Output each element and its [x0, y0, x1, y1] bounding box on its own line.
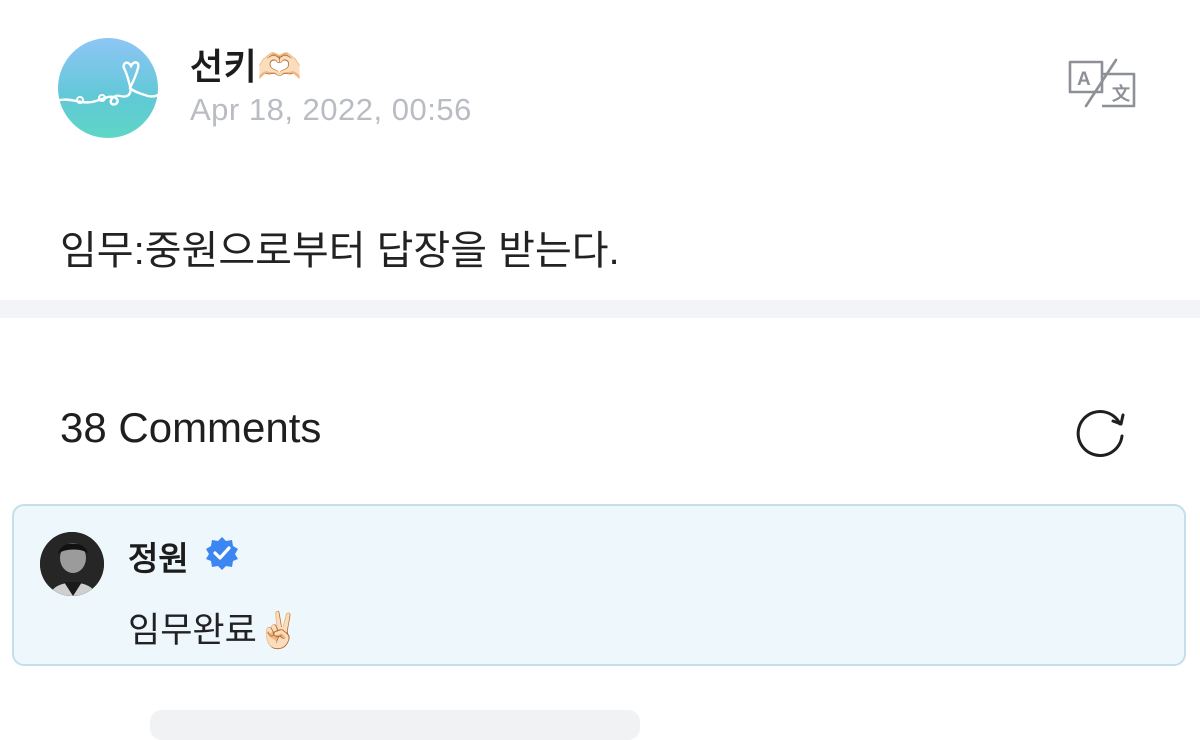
author-avatar[interactable] — [58, 38, 158, 138]
author-name[interactable]: 선키🫶🏻 — [190, 38, 303, 90]
post-timestamp: Apr 18, 2022, 00:56 — [190, 92, 472, 127]
translate-button[interactable]: A 文 — [1064, 58, 1140, 110]
comment-text: 임무완료✌🏻 — [128, 611, 301, 650]
refresh-icon — [1076, 410, 1125, 457]
svg-text:文: 文 — [1112, 83, 1131, 105]
verified-badge-icon — [204, 535, 240, 571]
translate-icon: A 文 — [1068, 58, 1136, 108]
post-body-text: 임무:중원으로부터 답장을 받는다. — [60, 229, 620, 273]
refresh-button[interactable] — [1072, 402, 1130, 460]
commenter-name[interactable]: 정원 — [128, 532, 189, 580]
comments-count-header: 38 Comments — [60, 404, 322, 451]
commenter-avatar[interactable] — [40, 532, 104, 596]
next-comment-peek — [150, 710, 640, 740]
post-container: 선키🫶🏻 Apr 18, 2022, 00:56 A 文 임무:중원으로부터 답… — [0, 0, 1200, 300]
svg-text:A: A — [1077, 69, 1091, 90]
section-divider — [0, 300, 1200, 318]
profile-photo-icon — [40, 532, 104, 596]
heart-doodle-icon — [58, 61, 158, 106]
